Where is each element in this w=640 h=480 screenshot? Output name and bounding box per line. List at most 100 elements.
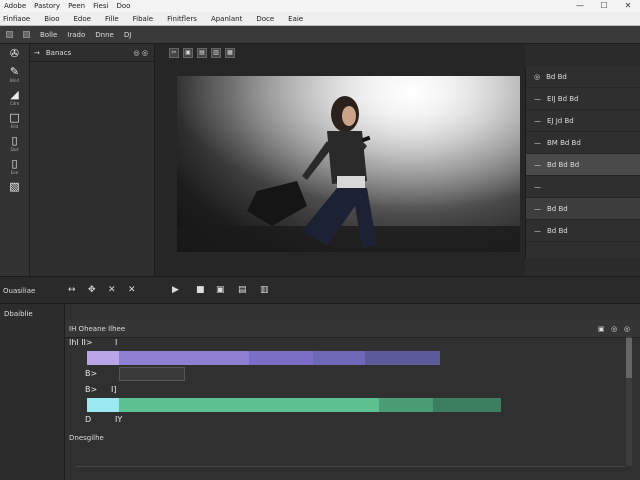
property-label: BM Bd Bd xyxy=(547,138,581,147)
audio-clip[interactable] xyxy=(119,398,379,412)
timeline-sidebar: Dbaiblie xyxy=(0,304,65,480)
property-row[interactable]: — EJ Jd Bd xyxy=(526,110,640,132)
controls-strip: Ouasiliae ↔ ✥ ✕ ✕ ▶ ■ ▣ ▤ ▥ xyxy=(0,276,640,304)
video-clip[interactable] xyxy=(87,351,119,365)
tool-label: Dod xyxy=(10,147,19,152)
sparkle-icon[interactable]: ✥ xyxy=(88,285,96,295)
timeline-ruler[interactable] xyxy=(75,466,625,472)
property-label: Bd Bd xyxy=(546,72,567,81)
menu-item[interactable]: Edoe xyxy=(74,15,91,23)
tool-frame-2[interactable]: ▯ Eoe xyxy=(11,158,18,176)
toolbar-item[interactable]: Dnne xyxy=(95,31,114,39)
menu-item[interactable]: Apanlant xyxy=(211,15,242,23)
dash-icon: — xyxy=(534,138,541,147)
tool-rectangle[interactable]: □ Elld xyxy=(9,112,19,130)
timeline-tools-icon[interactable]: ▣ ◎ ◎ xyxy=(598,325,630,333)
property-row[interactable]: — Bd Bd xyxy=(526,220,640,242)
property-label: Bd Bd xyxy=(547,226,568,235)
grid-icon[interactable]: ▤ xyxy=(197,48,207,58)
tool-label: Cdre xyxy=(9,101,20,106)
timeline-panel: IH Oheane Ilhee ▣ ◎ ◎ Ihl II> I B> I B> … xyxy=(65,304,640,480)
toolbar-square-icon[interactable] xyxy=(23,31,30,38)
menu-item[interactable]: Finfiaoe xyxy=(3,15,30,23)
property-row-selected[interactable]: — Bd Bd Bd xyxy=(526,154,640,176)
settings-icon[interactable]: ◎ ◎ xyxy=(134,49,148,57)
video-clip[interactable] xyxy=(119,351,249,365)
property-row[interactable]: ◎ Bd Bd xyxy=(526,66,640,88)
swap-icon[interactable]: ↔ xyxy=(68,285,76,295)
tool-selection[interactable]: ✇ xyxy=(10,48,19,60)
frame-icon[interactable]: ▣ xyxy=(183,48,193,58)
dash-icon: — xyxy=(534,160,541,169)
menu-item[interactable]: Bioo xyxy=(44,15,59,23)
grid-icon[interactable]: ▥ xyxy=(211,48,221,58)
maximize-button[interactable]: ☐ xyxy=(592,0,616,12)
audio-clip[interactable] xyxy=(433,398,501,412)
property-label: Bd Bd xyxy=(547,204,568,213)
title-bar: Adobe Pastory Peen Fiesi Doo — ☐ ✕ xyxy=(0,0,640,12)
menu-bar: Finfiaoe Bioo Edoe Fille Fibale Finitfle… xyxy=(0,12,640,26)
browser-panel: → Banacs ◎ ◎ xyxy=(30,44,155,276)
timeline-sidebar-label: Dbaiblie xyxy=(4,310,33,318)
page-icon: ▧ xyxy=(9,180,20,193)
dash-icon: — xyxy=(534,226,541,235)
browser-title: Banacs xyxy=(45,48,72,57)
minimize-button[interactable]: — xyxy=(568,0,592,12)
x-icon[interactable]: ✕ xyxy=(128,285,136,295)
brush-icon: ✎ xyxy=(9,65,20,78)
close-button[interactable]: ✕ xyxy=(616,0,640,12)
grid-icon[interactable]: ▤ xyxy=(238,285,247,295)
timeline-scrollbar[interactable] xyxy=(626,336,632,466)
runner-figure-image xyxy=(177,76,520,252)
property-row[interactable]: — xyxy=(526,176,640,198)
property-icon: ◎ xyxy=(534,72,541,81)
property-row[interactable]: — Bd Bd xyxy=(526,198,640,220)
video-clip[interactable] xyxy=(313,351,365,365)
scissors-icon[interactable]: ✂ xyxy=(169,48,179,58)
menu-item[interactable]: Fibale xyxy=(133,15,153,23)
menu-item[interactable]: Finitflers xyxy=(167,15,197,23)
toolbar: Bolle Irado Dnne DJ xyxy=(0,26,640,44)
toolbar-item[interactable]: Bolle xyxy=(40,31,57,39)
timeline-header: IH Oheane Ilhee ▣ ◎ ◎ xyxy=(65,320,640,338)
dash-icon: — xyxy=(534,204,541,213)
scrollbar-thumb[interactable] xyxy=(626,338,632,378)
video-clip[interactable] xyxy=(365,351,440,365)
empty-clip[interactable] xyxy=(119,367,185,381)
property-row[interactable]: — EIJ Bd Bd xyxy=(526,88,640,110)
menu-item[interactable]: Doce xyxy=(256,15,274,23)
audio-clip[interactable] xyxy=(87,398,119,412)
toolbar-item[interactable]: Irado xyxy=(67,31,85,39)
x-icon[interactable]: ✕ xyxy=(108,285,116,295)
viewer-panel: ✂ ▣ ▤ ▥ ▦ xyxy=(155,44,525,276)
toolbar-item[interactable]: DJ xyxy=(124,31,131,39)
grid-icon[interactable]: ▦ xyxy=(225,48,235,58)
frame-icon[interactable]: ▣ xyxy=(216,285,225,295)
stop-icon[interactable]: ■ xyxy=(196,285,205,295)
properties-panel: ◎ Bd Bd — EIJ Bd Bd — EJ Jd Bd — BM Bd B… xyxy=(525,66,640,258)
property-row[interactable]: — BM Bd Bd xyxy=(526,132,640,154)
tool-page[interactable]: ▧ xyxy=(9,181,19,193)
audio-clip[interactable] xyxy=(379,398,433,412)
video-preview[interactable] xyxy=(177,76,520,252)
tool-frame[interactable]: ▯ Dod xyxy=(10,135,19,153)
track-label: B> xyxy=(85,385,98,394)
selection-icon: ✇ xyxy=(9,47,20,60)
video-clip[interactable] xyxy=(249,351,313,365)
timeline-status: Dnesgilhe xyxy=(69,434,104,442)
track-label: B> xyxy=(85,369,98,378)
grid-icon[interactable]: ▥ xyxy=(260,285,269,295)
ramp-icon: ◢ xyxy=(10,88,19,101)
track-marker: I] xyxy=(111,385,117,394)
property-label: EJ Jd Bd xyxy=(547,116,574,125)
timeline-header-label: IH Oheane Ilhee xyxy=(69,324,126,333)
track-label: Ihl II> xyxy=(69,338,93,347)
tool-brush[interactable]: ✎ Blnd xyxy=(9,65,20,84)
play-icon[interactable]: ▶ xyxy=(172,285,179,295)
tool-ramp[interactable]: ◢ Cdre xyxy=(9,88,20,107)
toolbar-square-icon[interactable] xyxy=(6,31,13,38)
menu-item[interactable]: Eaie xyxy=(288,15,303,23)
browser-header: → Banacs ◎ ◎ xyxy=(30,44,154,62)
menu-item[interactable]: Fille xyxy=(105,15,119,23)
arrow-icon: → xyxy=(34,48,40,57)
